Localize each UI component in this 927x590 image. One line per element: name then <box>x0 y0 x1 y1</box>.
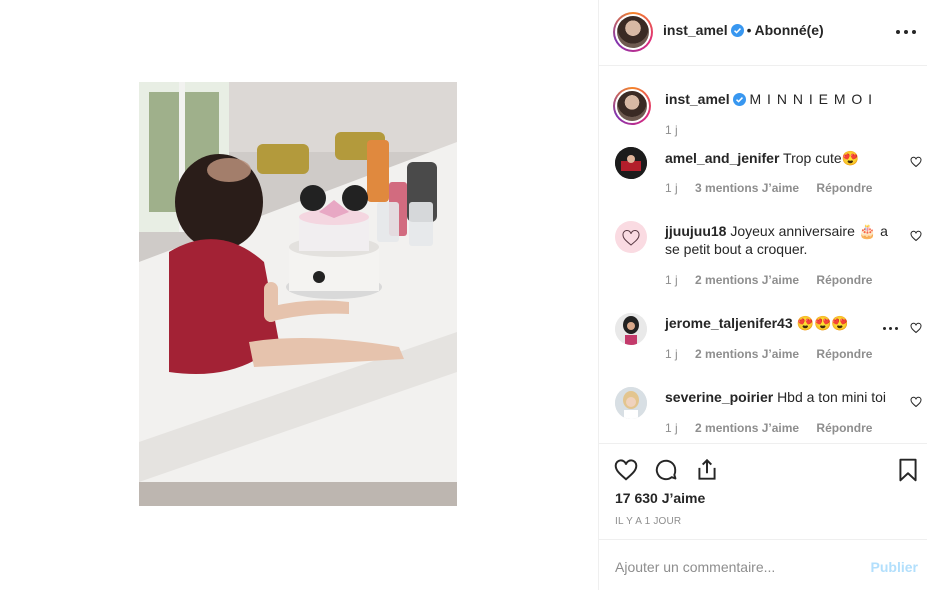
post-like-count[interactable]: 17 630 J’aime <box>615 490 705 506</box>
reply-button[interactable]: Répondre <box>816 273 872 287</box>
comment-meta: 1 j 2 mentions J’aime Répondre <box>665 273 886 287</box>
author-avatar[interactable] <box>613 12 653 52</box>
comment-like-count[interactable]: 2 mentions J’aime <box>695 273 799 287</box>
comment-body: Hbd a ton mini toi <box>777 389 887 405</box>
comment-like-count[interactable]: 3 mentions J’aime <box>695 181 799 195</box>
post-photo-image <box>139 82 457 506</box>
comment-age[interactable]: 1 j <box>665 273 678 287</box>
comment-username[interactable]: severine_poirier <box>665 389 773 405</box>
comment-options-icon[interactable] <box>883 327 898 330</box>
header-separator: • <box>746 22 752 38</box>
post-side-panel: inst_amel • Abonné(e) inst_amel M I N N I … <box>598 0 927 590</box>
post-header: inst_amel • Abonné(e) <box>599 0 927 66</box>
comment-username[interactable]: jerome_taljenifer43 <box>665 315 793 331</box>
caption-age[interactable]: 1 j <box>665 123 678 137</box>
comment-like-count[interactable]: 2 mentions J’aime <box>695 347 799 361</box>
comment-meta: 1 j 2 mentions J’aime Répondre <box>665 421 886 435</box>
comment-text: jjuujuu18 Joyeux anniversaire 🎂 a se pet… <box>665 222 897 258</box>
caption-body: M I N N I E M O I <box>749 91 874 107</box>
comment-avatar[interactable] <box>615 221 647 253</box>
follow-status-button[interactable]: Abonné(e) <box>755 22 824 38</box>
like-comment-heart-icon[interactable] <box>910 396 922 408</box>
add-comment-input[interactable]: Ajouter un commentaire... <box>615 559 775 575</box>
comment-text: amel_and_jenifer Trop cute😍 <box>665 149 895 167</box>
publish-button[interactable]: Publier <box>871 559 918 575</box>
comment-meta: 1 j 2 mentions J’aime Répondre <box>665 347 886 361</box>
more-options-icon[interactable] <box>896 22 916 42</box>
like-comment-heart-icon[interactable] <box>910 230 922 242</box>
verified-badge-icon <box>732 93 746 106</box>
comment-like-count[interactable]: 2 mentions J’aime <box>695 421 799 435</box>
reply-button[interactable]: Répondre <box>816 181 872 195</box>
caption-username[interactable]: inst_amel <box>665 91 730 107</box>
comment-avatar[interactable] <box>615 147 647 179</box>
comment-username[interactable]: amel_and_jenifer <box>665 150 779 166</box>
author-username[interactable]: inst_amel <box>663 22 728 38</box>
comment-body: 😍😍😍 <box>796 315 849 331</box>
post-actions: 17 630 J’aime IL Y A 1 JOUR <box>599 443 927 539</box>
like-comment-heart-icon[interactable] <box>910 322 922 334</box>
post-timestamp[interactable]: IL Y A 1 JOUR <box>615 516 681 527</box>
comments-list[interactable]: inst_amel M I N N I E M O I 1 j amel_and… <box>599 67 927 442</box>
caption-avatar[interactable] <box>613 87 651 125</box>
comment-avatar[interactable] <box>615 387 647 419</box>
comment-text: severine_poirier Hbd a ton mini toi <box>665 388 895 406</box>
caption-text: inst_amel M I N N I E M O I <box>665 90 895 108</box>
comment-age[interactable]: 1 j <box>665 421 678 435</box>
add-comment-bar: Ajouter un commentaire... Publier <box>599 539 927 590</box>
header-author-line: inst_amel • Abonné(e) <box>663 22 824 40</box>
comment-body: Trop cute😍 <box>783 150 860 166</box>
post-media-area <box>0 0 598 590</box>
like-heart-icon[interactable] <box>613 457 639 483</box>
comment-age[interactable]: 1 j <box>665 347 678 361</box>
comment-bubble-icon[interactable] <box>653 457 679 483</box>
post-photo[interactable] <box>139 82 457 506</box>
comment-text: jerome_taljenifer43 😍😍😍 <box>665 314 895 332</box>
caption-meta: 1 j <box>665 123 692 137</box>
reply-button[interactable]: Répondre <box>816 347 872 361</box>
comment-age[interactable]: 1 j <box>665 181 678 195</box>
comment-meta: 1 j 3 mentions J’aime Répondre <box>665 181 886 195</box>
share-icon[interactable] <box>694 457 720 483</box>
like-comment-heart-icon[interactable] <box>910 156 922 168</box>
comment-avatar[interactable] <box>615 313 647 345</box>
bookmark-icon[interactable] <box>895 457 921 483</box>
verified-badge-icon <box>730 24 744 37</box>
comment-username[interactable]: jjuujuu18 <box>665 223 726 239</box>
reply-button[interactable]: Répondre <box>816 421 872 435</box>
